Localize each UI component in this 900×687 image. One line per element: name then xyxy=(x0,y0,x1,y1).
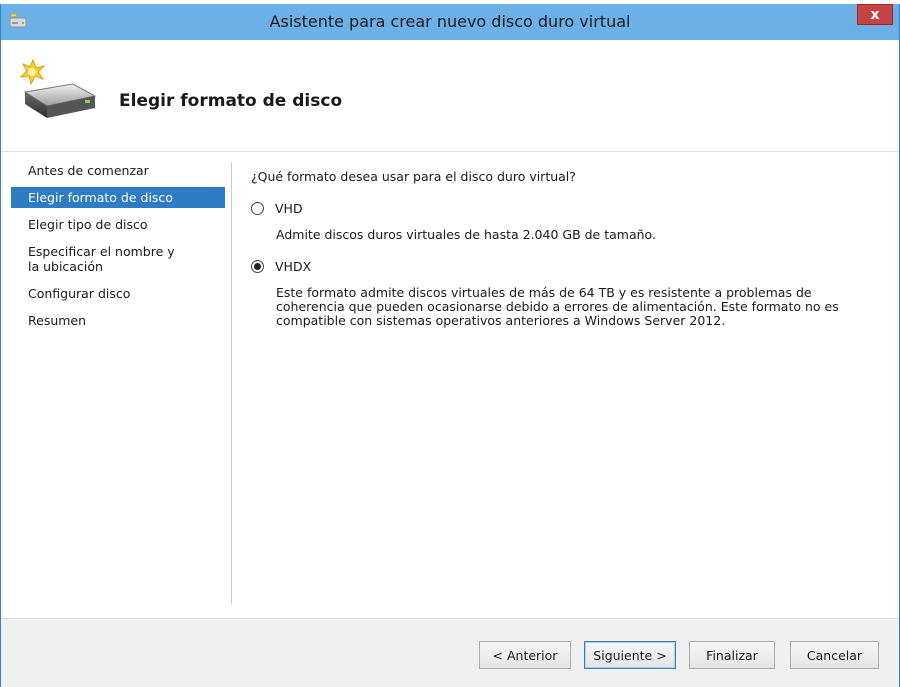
step-resumen[interactable]: Resumen xyxy=(11,310,225,331)
format-panel: ¿Qué formato desea usar para el disco du… xyxy=(251,169,881,328)
step-configurar-disco[interactable]: Configurar disco xyxy=(11,283,225,304)
cancel-button[interactable]: Cancelar xyxy=(790,641,879,669)
format-question: ¿Qué formato desea usar para el disco du… xyxy=(251,169,576,184)
wizard-body: Antes de comenzar Elegir formato de disc… xyxy=(1,152,899,618)
hard-disk-new-icon xyxy=(19,58,97,118)
previous-button[interactable]: < Anterior xyxy=(479,641,571,669)
vhdx-description: Este formato admite discos virtuales de … xyxy=(276,285,839,328)
vhd-label[interactable]: VHD xyxy=(275,201,303,216)
page-title: Elegir formato de disco xyxy=(119,91,343,111)
close-button[interactable]: x xyxy=(857,4,893,25)
window-title: Asistente para crear nuevo disco duro vi… xyxy=(269,12,631,31)
step-elegir-tipo[interactable]: Elegir tipo de disco xyxy=(11,214,225,235)
wizard-window: Asistente para crear nuevo disco duro vi… xyxy=(0,4,900,687)
wizard-steps: Antes de comenzar Elegir formato de disc… xyxy=(11,160,225,600)
wizard-footer: < Anterior Siguiente > Finalizar Cancela… xyxy=(1,618,899,687)
close-icon: x xyxy=(870,6,880,23)
step-nombre-ubicacion[interactable]: Especificar el nombre y la ubicación xyxy=(11,241,191,277)
vhd-radio[interactable] xyxy=(251,202,264,215)
finish-button[interactable]: Finalizar xyxy=(689,641,775,669)
step-elegir-formato[interactable]: Elegir formato de disco xyxy=(11,187,225,208)
vhdx-label[interactable]: VHDX xyxy=(275,259,311,274)
vhdx-radio[interactable] xyxy=(251,260,264,273)
wizard-header: Elegir formato de disco xyxy=(1,40,899,152)
title-bar[interactable]: Asistente para crear nuevo disco duro vi… xyxy=(1,4,899,40)
next-button[interactable]: Siguiente > xyxy=(584,641,676,669)
nav-divider xyxy=(231,162,232,604)
vhdx-option[interactable]: VHDX xyxy=(251,259,881,274)
step-antes-de-comenzar[interactable]: Antes de comenzar xyxy=(11,160,225,181)
vhd-option[interactable]: VHD xyxy=(251,201,881,216)
vhd-description: Admite discos duros virtuales de hasta 2… xyxy=(276,227,656,242)
